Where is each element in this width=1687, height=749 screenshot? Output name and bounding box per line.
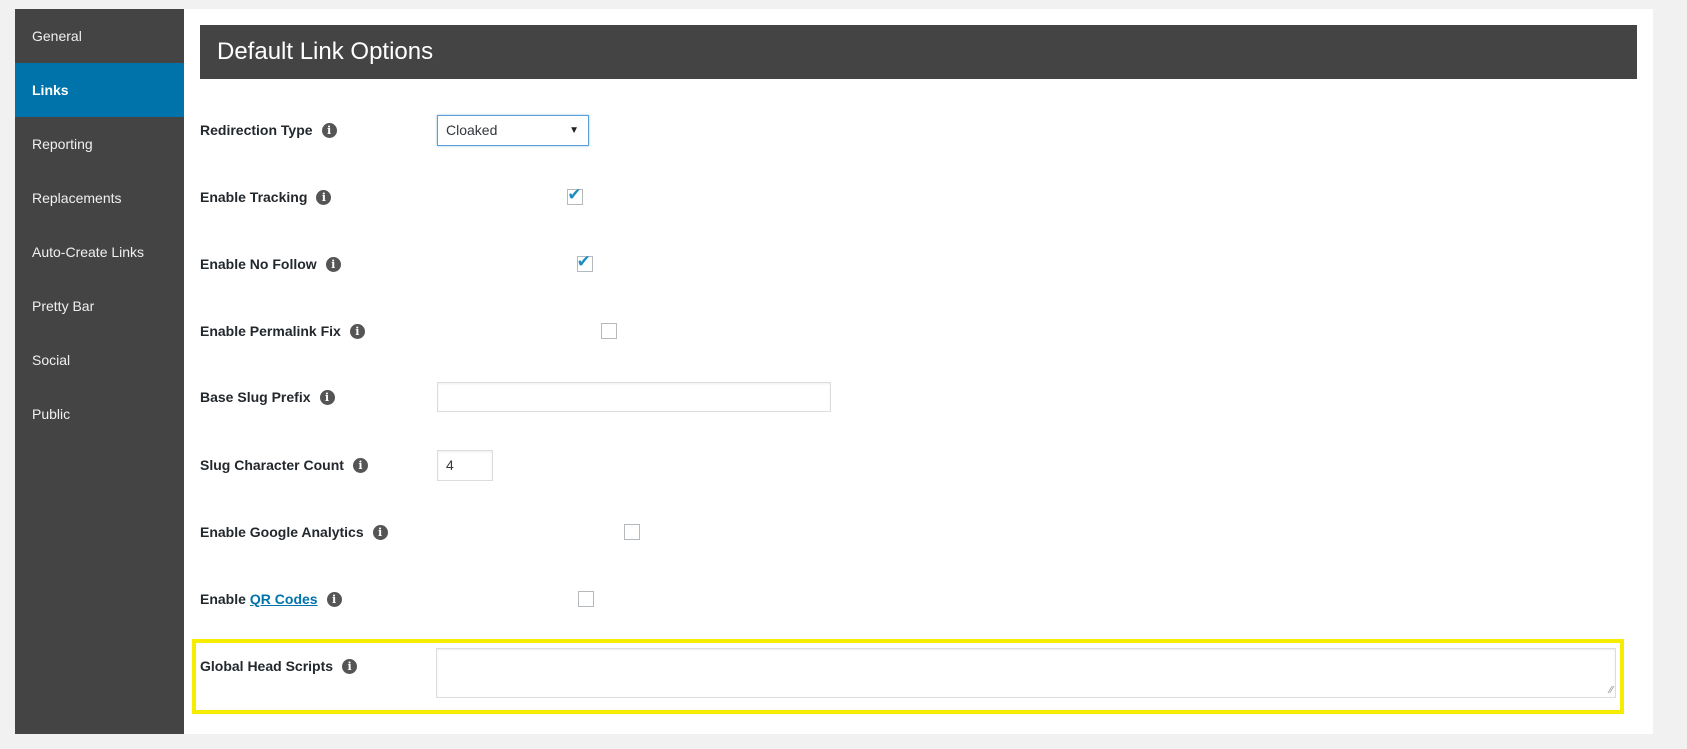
slug-character-count-text: Slug Character Count <box>200 457 344 473</box>
sidebar-nav: General Links Reporting Replacements Aut… <box>15 9 184 734</box>
enable-qr-codes-checkbox[interactable] <box>577 591 594 607</box>
sidebar-item-public[interactable]: Public <box>15 387 184 441</box>
resize-handle-icon[interactable]: ⁄⁄ <box>1610 685 1613 696</box>
info-icon[interactable]: i <box>316 189 332 205</box>
info-icon[interactable]: i <box>321 122 337 138</box>
qr-codes-link[interactable]: QR Codes <box>250 591 318 607</box>
enable-qr-codes-row: Enable QR Codes i <box>200 583 594 615</box>
enable-google-analytics-row: Enable Google Analytics i <box>200 516 640 548</box>
section-title: Default Link Options <box>200 25 1637 79</box>
checkmark-icon: ✔ <box>576 252 591 271</box>
slug-character-count-label: Slug Character Count i <box>200 457 368 473</box>
enable-no-follow-checkbox[interactable]: ✔ <box>576 252 593 272</box>
redirection-type-label: Redirection Type i <box>200 122 337 138</box>
enable-no-follow-row: Enable No Follow i ✔ <box>200 248 593 280</box>
enable-google-analytics-label: Enable Google Analytics i <box>200 524 388 540</box>
enable-tracking-checkbox[interactable]: ✔ <box>567 185 584 205</box>
redirection-type-value: Cloaked <box>446 122 498 138</box>
info-icon[interactable]: i <box>319 389 335 405</box>
info-icon[interactable]: i <box>352 457 368 473</box>
sidebar-item-auto-create-links[interactable]: Auto-Create Links <box>15 225 184 279</box>
enable-permalink-fix-label: Enable Permalink Fix i <box>200 323 365 339</box>
global-head-scripts-row: Global Head Scripts i <box>200 650 358 682</box>
sidebar-item-reporting[interactable]: Reporting <box>15 117 184 171</box>
enable-tracking-text: Enable Tracking <box>200 189 308 205</box>
global-head-scripts-textarea[interactable]: ⁄⁄ <box>436 648 1616 698</box>
sidebar-item-social[interactable]: Social <box>15 333 184 387</box>
checkmark-icon: ✔ <box>567 185 582 204</box>
base-slug-prefix-row: Base Slug Prefix i <box>200 381 831 413</box>
enable-google-analytics-text: Enable Google Analytics <box>200 524 364 540</box>
enable-qr-codes-text: Enable <box>200 591 246 607</box>
sidebar-item-general[interactable]: General <box>15 9 184 63</box>
base-slug-prefix-text: Base Slug Prefix <box>200 389 311 405</box>
slug-character-count-row: Slug Character Count i 4 <box>200 449 493 481</box>
redirection-type-select[interactable]: Cloaked ▼ <box>437 114 589 146</box>
sidebar-item-links[interactable]: Links <box>15 63 184 117</box>
enable-permalink-fix-checkbox[interactable] <box>600 323 617 339</box>
base-slug-prefix-label: Base Slug Prefix i <box>200 389 335 405</box>
enable-permalink-fix-row: Enable Permalink Fix i <box>200 315 617 347</box>
enable-permalink-fix-text: Enable Permalink Fix <box>200 323 341 339</box>
global-head-scripts-text: Global Head Scripts <box>200 658 334 674</box>
info-icon[interactable]: i <box>325 256 341 272</box>
enable-qr-codes-label: Enable QR Codes i <box>200 591 342 607</box>
info-icon[interactable]: i <box>342 658 358 674</box>
info-icon[interactable]: i <box>349 323 365 339</box>
sidebar-item-pretty-bar[interactable]: Pretty Bar <box>15 279 184 333</box>
redirection-type-text: Redirection Type <box>200 122 313 138</box>
chevron-down-icon: ▼ <box>569 124 579 136</box>
sidebar-item-replacements[interactable]: Replacements <box>15 171 184 225</box>
enable-tracking-row: Enable Tracking i ✔ <box>200 181 584 213</box>
enable-google-analytics-checkbox[interactable] <box>623 524 640 540</box>
redirection-type-row: Redirection Type i Cloaked ▼ <box>200 114 589 146</box>
enable-no-follow-text: Enable No Follow <box>200 256 317 272</box>
slug-character-count-input[interactable]: 4 <box>437 449 493 481</box>
info-icon[interactable]: i <box>372 524 388 540</box>
info-icon[interactable]: i <box>326 591 342 607</box>
base-slug-prefix-input[interactable] <box>437 382 831 412</box>
global-head-scripts-label: Global Head Scripts i <box>200 658 358 674</box>
enable-tracking-label: Enable Tracking i <box>200 189 332 205</box>
enable-no-follow-label: Enable No Follow i <box>200 256 341 272</box>
